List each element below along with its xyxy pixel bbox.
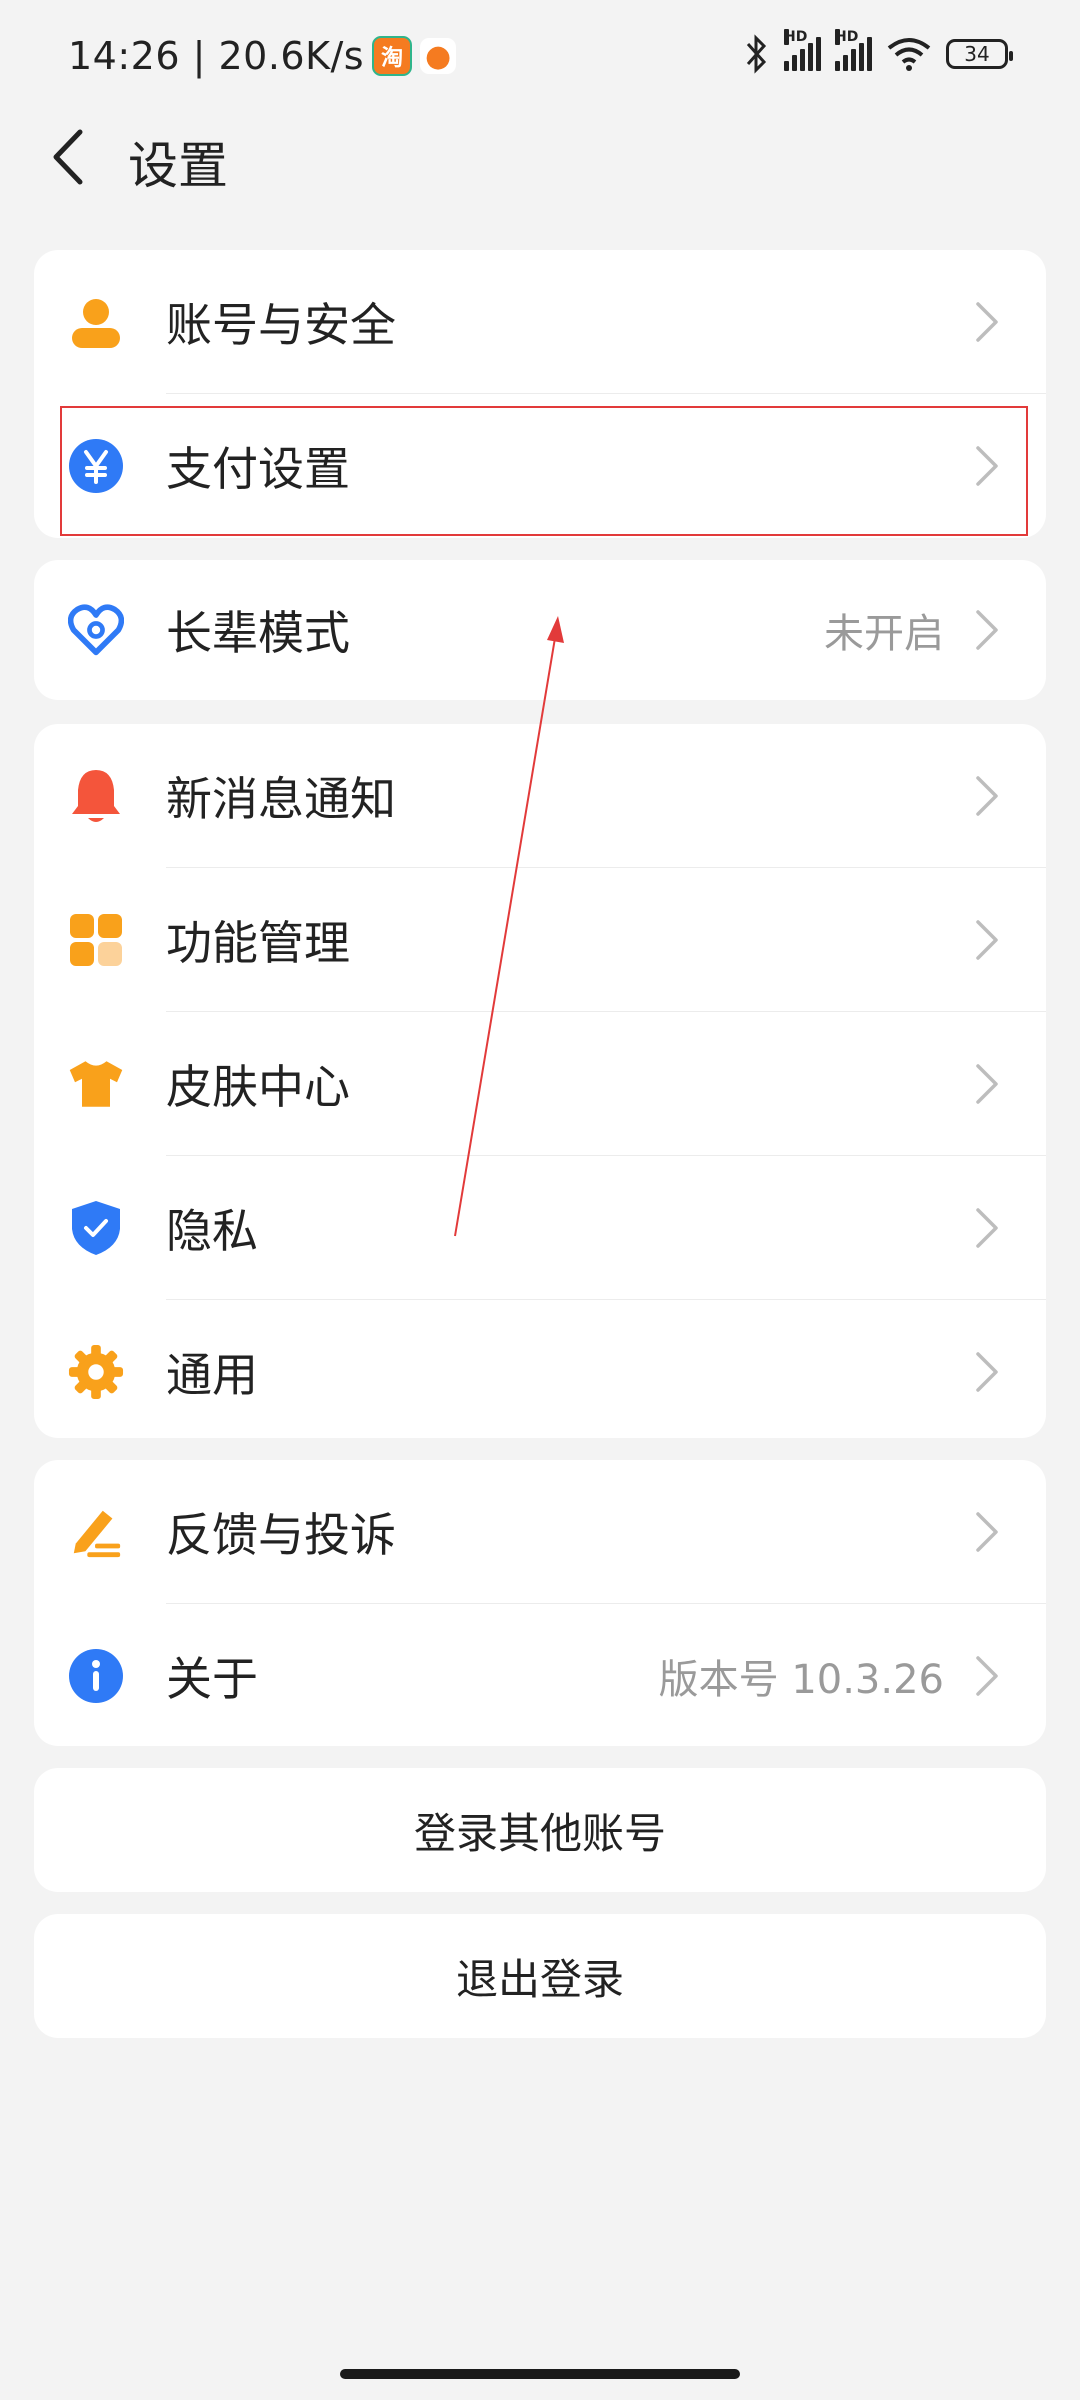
chevron-right-icon [976, 1512, 998, 1552]
back-button[interactable] [40, 122, 96, 192]
status-left: 14:26 | 20.6K/s 淘 ● [68, 34, 457, 78]
settings-item-feedback[interactable]: 反馈与投诉 [34, 1460, 1046, 1604]
gear-icon [68, 1344, 124, 1400]
settings-item-privacy[interactable]: 隐私 [34, 1156, 1046, 1300]
settings-item-label: 皮肤中心 [166, 1060, 350, 1114]
settings-item-label: 长辈模式 [166, 606, 350, 660]
chevron-right-icon [976, 776, 998, 816]
settings-item-label: 通用 [166, 1348, 258, 1402]
chevron-right-icon [976, 446, 998, 486]
grid-icon [68, 912, 124, 968]
settings-item-label: 功能管理 [166, 916, 350, 970]
signal-icon-2: HD [835, 29, 872, 71]
info-icon [68, 1648, 124, 1704]
chevron-left-icon [53, 129, 83, 185]
status-bar: 14:26 | 20.6K/s 淘 ● HD HD 34 [0, 0, 1080, 116]
hd-label-2: HD [835, 29, 859, 45]
orange-app-icon: ● [420, 38, 457, 74]
battery-icon: 34 [946, 39, 1013, 69]
settings-item-label: 反馈与投诉 [166, 1508, 396, 1562]
settings-item-label: 支付设置 [166, 442, 350, 496]
home-indicator[interactable] [340, 2369, 740, 2379]
settings-group-general: 新消息通知 功能管理 皮肤中心 隐私 通用 [34, 724, 1046, 1438]
yuan-icon [68, 438, 124, 494]
shield-icon [68, 1200, 124, 1256]
settings-item-elder-mode[interactable]: 长辈模式 未开启 [34, 560, 1046, 700]
settings-item-skin-center[interactable]: 皮肤中心 [34, 1012, 1046, 1156]
settings-item-value: 未开启 [824, 611, 944, 657]
edit-icon [68, 1504, 124, 1560]
settings-item-label: 关于 [166, 1652, 258, 1706]
settings-item-feature-management[interactable]: 功能管理 [34, 868, 1046, 1012]
heart-icon [68, 602, 124, 658]
status-time: 14:26 | 20.6K/s [68, 34, 365, 78]
settings-item-about[interactable]: 关于 版本号 10.3.26 [34, 1604, 1046, 1746]
wifi-icon [887, 38, 931, 71]
chevron-right-icon [976, 610, 998, 650]
settings-item-notifications[interactable]: 新消息通知 [34, 724, 1046, 868]
settings-item-label: 新消息通知 [166, 772, 396, 826]
chevron-right-icon [976, 1208, 998, 1248]
settings-item-value: 版本号 10.3.26 [658, 1657, 944, 1703]
settings-item-label: 隐私 [166, 1204, 258, 1258]
settings-group-elder: 长辈模式 未开启 [34, 560, 1046, 700]
settings-group-support: 反馈与投诉 关于 版本号 10.3.26 [34, 1460, 1046, 1746]
bluetooth-icon [746, 34, 767, 74]
settings-group-account: 账号与安全 支付设置 [34, 250, 1046, 538]
settings-item-payment[interactable]: 支付设置 [34, 394, 1046, 538]
logout-button[interactable]: 退出登录 [34, 1914, 1046, 2038]
hd-label-1: HD [784, 29, 808, 45]
person-icon [68, 294, 124, 350]
switch-account-button[interactable]: 登录其他账号 [34, 1768, 1046, 1892]
chevron-right-icon [976, 1352, 998, 1392]
shirt-icon [68, 1056, 124, 1112]
page-title: 设置 [128, 137, 228, 195]
bell-icon [68, 768, 124, 824]
signal-icon-1: HD [784, 29, 821, 71]
settings-item-account-security[interactable]: 账号与安全 [34, 250, 1046, 394]
chevron-right-icon [976, 1064, 998, 1104]
settings-item-general[interactable]: 通用 [34, 1300, 1046, 1438]
taobao-app-icon: 淘 [372, 36, 413, 76]
settings-item-label: 账号与安全 [166, 298, 396, 352]
status-right: HD HD 34 [744, 29, 1013, 74]
chevron-right-icon [976, 920, 998, 960]
chevron-right-icon [976, 302, 998, 342]
chevron-right-icon [976, 1656, 998, 1696]
